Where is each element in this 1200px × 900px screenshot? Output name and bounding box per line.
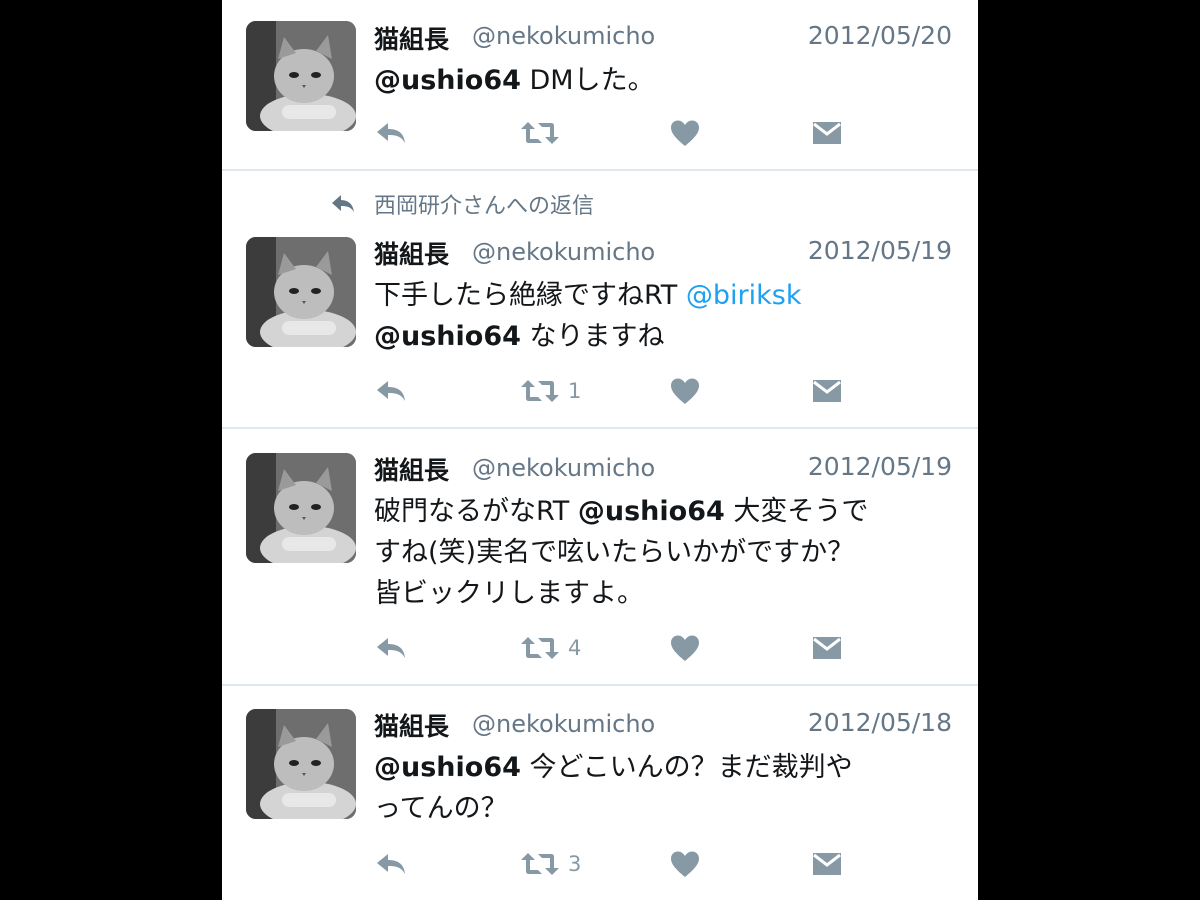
tweet-timeline: 猫組長 @nekokumicho 2012/05/20 @ushio64 DMし… bbox=[222, 0, 978, 900]
like-button[interactable] bbox=[670, 847, 700, 881]
tweet-text-line: @ushio64 今どこいんの？まだ裁判や bbox=[374, 747, 954, 788]
retweet-button[interactable]: 3 bbox=[520, 847, 581, 881]
retweet-icon bbox=[520, 851, 560, 877]
retweet-count: 3 bbox=[568, 852, 582, 876]
author-handle[interactable]: @nekokumicho bbox=[472, 710, 655, 738]
tweet-text: @ushio64 今どこいんの？まだ裁判や ってんの？ bbox=[374, 747, 954, 829]
avatar[interactable] bbox=[246, 709, 356, 819]
reply-icon bbox=[374, 851, 408, 877]
tweet-actions: 3 bbox=[374, 847, 874, 881]
envelope-icon bbox=[812, 851, 842, 877]
tweet-text-line: ってんの？ bbox=[374, 788, 954, 829]
tweet-date[interactable]: 2012/05/18 bbox=[808, 708, 952, 737]
heart-icon bbox=[670, 850, 700, 878]
tweet-text-segment: 今どこいんの？まだ裁判や bbox=[520, 752, 853, 783]
dm-button[interactable] bbox=[812, 847, 842, 881]
cat-photo bbox=[246, 709, 356, 819]
tweet-text-segment: ってんの？ bbox=[374, 793, 508, 824]
tweet[interactable]: 猫組長 @nekokumicho 2012/05/18 @ushio64 今どこ… bbox=[222, 0, 978, 900]
author-name[interactable]: 猫組長 bbox=[374, 707, 449, 743]
reply-button[interactable] bbox=[374, 847, 408, 881]
mention-link[interactable]: @ushio64 bbox=[374, 752, 521, 783]
